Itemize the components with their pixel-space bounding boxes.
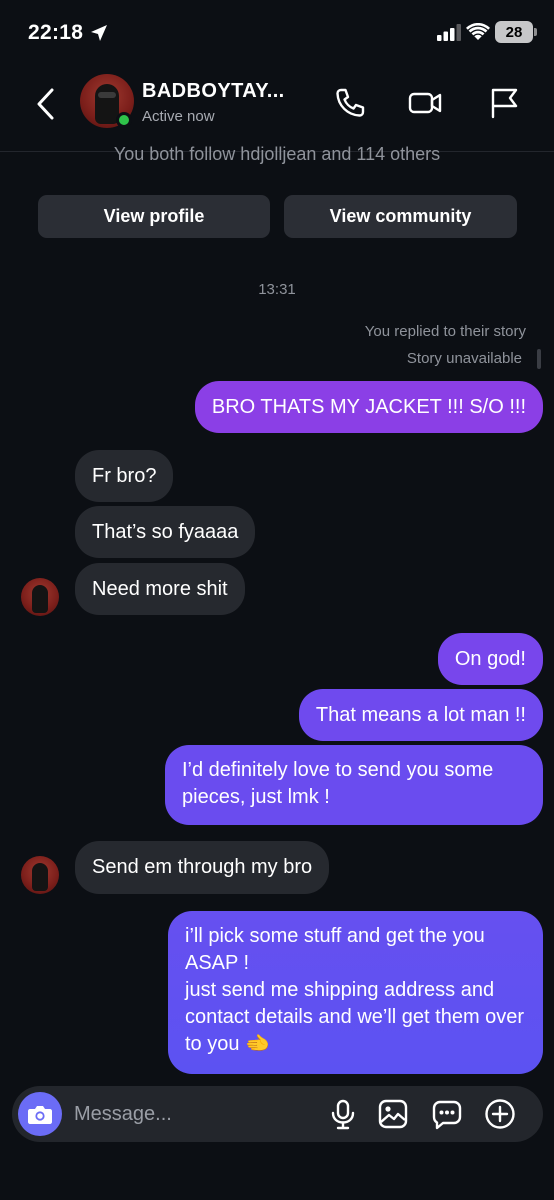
story-reply-label: You replied to their story: [364, 323, 526, 340]
gallery-icon[interactable]: [377, 1098, 409, 1130]
avatar-figure: [32, 863, 48, 891]
sticker-chat-icon[interactable]: [431, 1098, 463, 1130]
location-arrow-icon: [91, 25, 107, 41]
phone-icon[interactable]: [333, 86, 367, 120]
message-bubble-incoming[interactable]: Send em through my bro: [75, 841, 330, 894]
wifi-icon: [466, 23, 490, 40]
message-bubble-incoming[interactable]: Fr bro?: [75, 450, 174, 502]
contact-status: Active now: [142, 108, 215, 125]
view-community-button[interactable]: View community: [284, 195, 517, 238]
message-bubble-outgoing[interactable]: I’d definitely love to send you some pie…: [165, 745, 543, 825]
story-reply-bar: [537, 349, 541, 369]
sender-avatar[interactable]: [21, 578, 59, 616]
plus-circle-icon[interactable]: [484, 1098, 516, 1130]
avatar-visor: [98, 92, 116, 98]
message-input[interactable]: [74, 1099, 314, 1129]
message-bubble-outgoing[interactable]: BRO THATS MY JACKET !!! S/O !!!: [194, 381, 543, 433]
mutual-followers-text: You both follow hdjolljean and 114 other…: [113, 144, 441, 164]
message-bubble-outgoing[interactable]: On god!: [437, 633, 543, 685]
sender-avatar[interactable]: [21, 856, 59, 894]
story-unavailable-label: Story unavailable: [406, 350, 522, 367]
flag-icon[interactable]: [487, 86, 521, 120]
contact-avatar[interactable]: [80, 74, 134, 128]
battery-icon: 28: [495, 21, 537, 43]
mutual-followers-note: You both follow hdjolljean and 114 other…: [0, 142, 554, 164]
status-bar: 22:18 28: [0, 0, 554, 64]
view-profile-button[interactable]: View profile: [38, 195, 270, 238]
signal-icon: [437, 24, 461, 41]
message-bubble-outgoing[interactable]: i’ll pick some stuff and get the you ASA…: [168, 911, 543, 1074]
microphone-icon[interactable]: [327, 1098, 359, 1130]
message-composer: [12, 1086, 543, 1142]
message-bubble-incoming[interactable]: That’s so fyaaaa: [75, 506, 256, 558]
chat-header: BADBOYTAY... Active now: [0, 64, 554, 152]
back-chevron-icon[interactable]: [30, 84, 64, 124]
message-timestamp: 13:31: [258, 281, 296, 298]
camera-icon: [28, 1106, 52, 1124]
camera-button[interactable]: [18, 1092, 62, 1136]
video-camera-icon[interactable]: [408, 86, 442, 120]
contact-name[interactable]: BADBOYTAY...: [142, 80, 285, 103]
message-bubble-incoming[interactable]: Need more shit: [75, 563, 245, 615]
home-indicator-area: [0, 1160, 554, 1200]
status-time: 22:18: [28, 21, 84, 44]
online-indicator: [116, 112, 132, 128]
message-bubble-outgoing[interactable]: That means a lot man !!: [298, 689, 543, 741]
avatar-figure: [32, 585, 48, 613]
battery-level: 28: [505, 23, 523, 41]
